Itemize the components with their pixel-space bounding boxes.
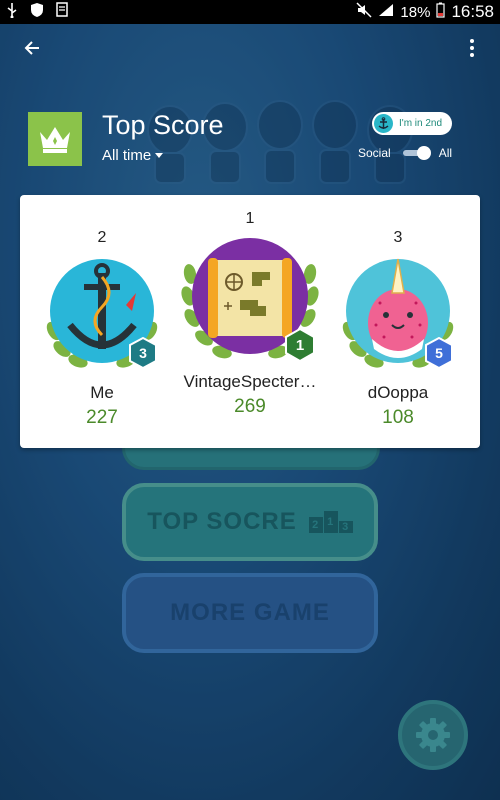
my-rank-label: I'm in 2nd [399, 118, 443, 129]
player-score: 227 [86, 407, 118, 428]
level-badge-hex: 1 [285, 328, 315, 362]
mute-icon [356, 2, 372, 22]
toggle-thumb [416, 146, 431, 160]
caret-down-icon [155, 153, 164, 158]
timespan-label: All time [102, 147, 152, 164]
player-score: 269 [234, 396, 266, 417]
more-options-button[interactable] [460, 32, 484, 64]
player-avatar: 1 [178, 234, 322, 368]
document-icon [56, 2, 70, 22]
level-number: 3 [139, 345, 147, 361]
my-rank-chip[interactable]: I'm in 2nd [372, 112, 452, 135]
player-rank: 3 [393, 229, 403, 246]
crown-icon [40, 127, 70, 153]
all-label: All [438, 146, 453, 160]
app-bar [0, 24, 500, 72]
level-badge-hex: 3 [129, 337, 157, 369]
leaderboard-entry-second[interactable]: 2 3 Me 227 [40, 229, 164, 429]
level-number: 1 [296, 337, 304, 354]
level-number: 5 [435, 345, 443, 361]
player-avatar: 5 [336, 253, 460, 377]
leaderboard-entry-first[interactable]: 1 1 VintageSpecter… 269 [175, 210, 325, 418]
player-rank: 1 [245, 210, 255, 227]
signal-icon [378, 3, 394, 21]
back-button[interactable] [16, 32, 48, 64]
shield-icon [30, 2, 44, 22]
timespan-dropdown[interactable]: All time [102, 147, 164, 164]
status-bar: 18% 16:58 [0, 0, 500, 24]
page-title: Top Score [102, 110, 224, 140]
player-name: dOoppa [367, 383, 429, 402]
social-label: Social [358, 146, 391, 160]
level-badge-hex: 5 [425, 337, 453, 369]
player-avatar: 3 [40, 253, 164, 377]
game-icon [28, 112, 82, 166]
player-rank: 2 [97, 229, 107, 246]
social-all-toggle-row: Social All [358, 146, 452, 160]
treasure-map-icon [208, 258, 292, 338]
player-name: Me [90, 383, 114, 402]
player-name: VintageSpecter… [183, 372, 317, 391]
player-score: 108 [382, 407, 414, 428]
usb-icon [6, 2, 18, 22]
arrow-back-icon [24, 41, 39, 55]
anchor-avatar-icon [374, 114, 393, 133]
battery-percent: 18% [400, 3, 431, 21]
social-all-toggle[interactable] [401, 146, 431, 160]
leaderboard-header: Top Score All time I'm in 2nd Social All [28, 110, 468, 170]
clock: 16:58 [451, 2, 494, 21]
leaderboard-entry-third[interactable]: 3 5 dOoppa 108 [336, 229, 460, 429]
battery-icon [436, 2, 446, 22]
more-vert-icon [470, 39, 474, 43]
leaderboard-card: 2 3 Me 227 1 1 VintageSpecter… 269 3 5 d… [20, 195, 480, 448]
